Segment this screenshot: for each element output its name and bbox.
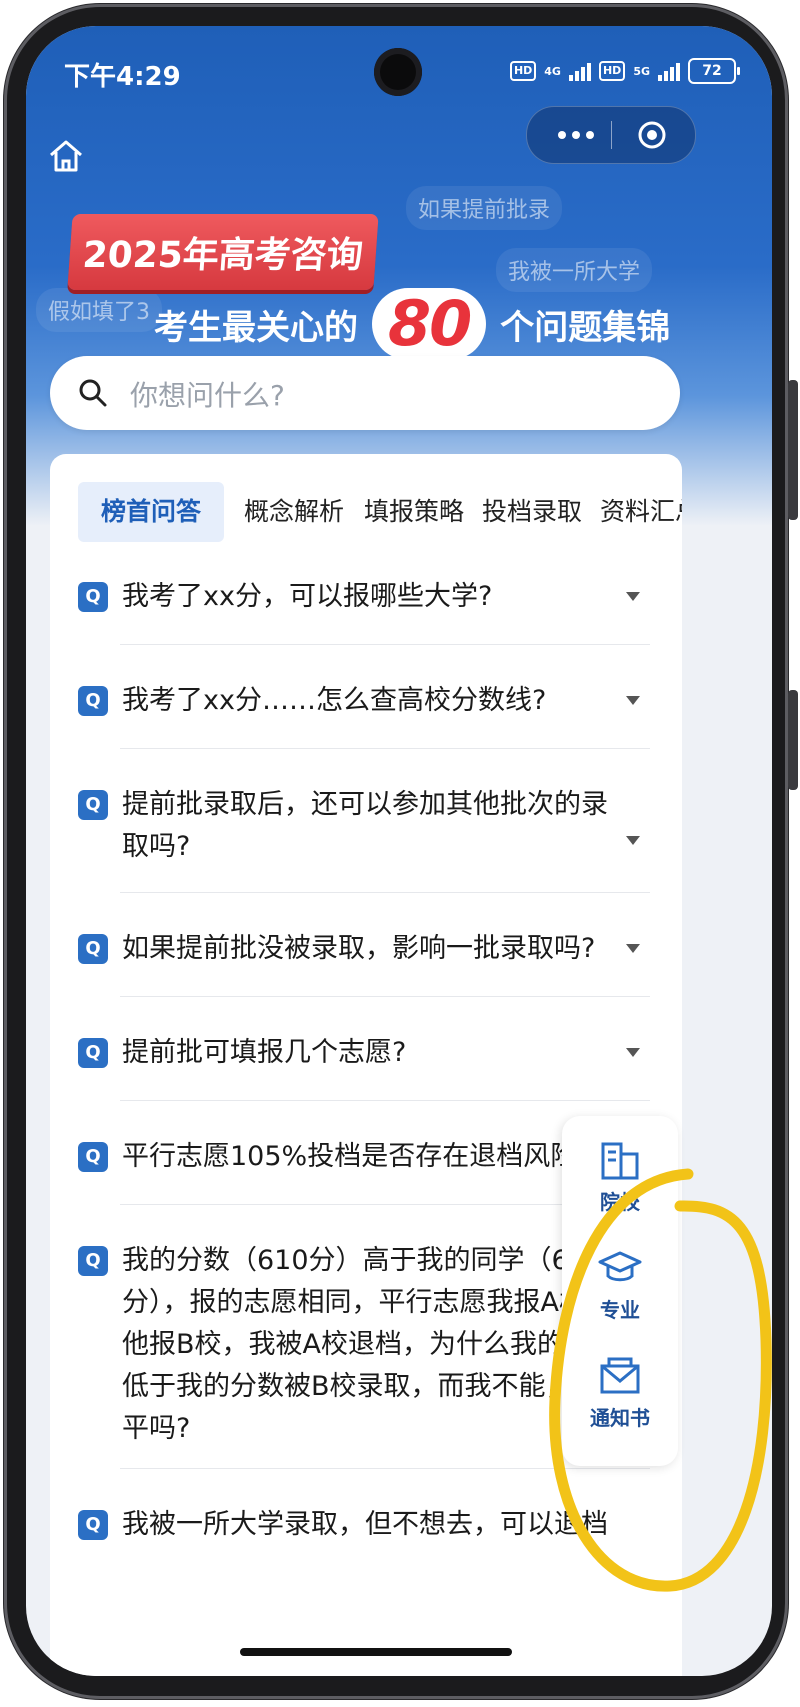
chevron-down-icon[interactable] <box>626 592 640 601</box>
question-item[interactable]: Q 我被一所大学录取，但不想去，可以退档 <box>78 1504 650 1552</box>
q-badge: Q <box>78 686 108 716</box>
banner-headline: 考生最关心的 80 个问题集锦 <box>154 284 670 364</box>
divider <box>120 892 650 893</box>
battery-icon: 72 <box>688 58 740 84</box>
banner-tag: 2025年高考咨询 <box>67 214 379 290</box>
q-badge: Q <box>78 1038 108 1068</box>
status-bar: 下午4:29 HD 4G HD 5G 72 <box>26 26 772 116</box>
quick-menu-majors[interactable]: 专业 <box>562 1246 678 1346</box>
network-type-2: 5G <box>633 64 650 78</box>
quick-menu-label: 院校 <box>600 1190 640 1214</box>
category-tabs: 榜首问答 概念解析 填报策略 投档录取 资料汇总 <box>50 482 682 542</box>
headline-prefix: 考生最关心的 <box>154 307 358 348</box>
signal-icon <box>568 61 591 81</box>
question-text: 提前批可填报几个志愿? <box>122 1037 407 1068</box>
status-time: 下午4:29 <box>64 62 181 92</box>
divider <box>120 644 650 645</box>
search-placeholder: 你想问什么? <box>130 379 285 412</box>
divider <box>120 748 650 749</box>
building-icon <box>601 1142 639 1180</box>
graduation-cap-icon <box>598 1251 642 1282</box>
chevron-down-icon[interactable] <box>626 836 640 845</box>
question-item[interactable]: Q 提前批可填报几个志愿? <box>78 1032 650 1080</box>
divider <box>120 1468 650 1469</box>
search-bar[interactable]: 你想问什么? <box>50 356 680 430</box>
chevron-down-icon[interactable] <box>626 944 640 953</box>
question-text: 我考了xx分……怎么查高校分数线? <box>122 685 547 716</box>
q-badge: Q <box>78 790 108 820</box>
quick-menu-label: 专业 <box>600 1298 640 1322</box>
tab-top-qa[interactable]: 榜首问答 <box>78 482 224 542</box>
question-item[interactable]: Q 提前批录取后，还可以参加其他批次的录取吗? <box>78 784 650 874</box>
quick-menu-schools[interactable]: 院校 <box>562 1138 678 1238</box>
tab-resources[interactable]: 资料汇总 <box>600 482 682 542</box>
question-text: 我的分数（610分）高于我的同学（607分），报的志愿相同，平行志愿我报A校，他… <box>122 1245 618 1444</box>
chevron-down-icon[interactable] <box>626 696 640 705</box>
q-badge: Q <box>78 1142 108 1172</box>
more-dots-icon <box>558 131 566 139</box>
q-badge: Q <box>78 582 108 612</box>
network-type: 4G <box>544 64 561 78</box>
home-icon <box>50 140 82 172</box>
home-indicator <box>240 1648 512 1656</box>
question-text: 如果提前批没被录取，影响一批录取吗? <box>122 933 596 964</box>
tab-strategy[interactable]: 填报策略 <box>364 482 464 542</box>
search-icon <box>79 379 107 407</box>
quick-menu-label: 通知书 <box>590 1406 650 1430</box>
more-button[interactable] <box>547 107 605 163</box>
capsule-divider <box>611 121 612 149</box>
q-badge: Q <box>78 1246 108 1276</box>
volume-button <box>788 690 798 790</box>
danmu-bubble: 假如填了3 <box>36 288 162 332</box>
danmu-bubble: 如果提前批录 <box>406 186 563 230</box>
chevron-down-icon[interactable] <box>626 1048 640 1057</box>
tab-admission[interactable]: 投档录取 <box>482 482 582 542</box>
quick-menu: 院校 专业 通知书 <box>562 1116 678 1466</box>
miniprogram-capsule <box>526 106 696 164</box>
home-button[interactable] <box>46 136 86 176</box>
headline-suffix: 个问题集锦 <box>500 307 671 348</box>
question-text: 提前批录取后，还可以参加其他批次的录取吗? <box>122 789 608 862</box>
headline-number: 80 <box>372 288 487 360</box>
question-text: 平行志愿105%投档是否存在退档风险? <box>122 1141 592 1172</box>
power-button <box>788 380 798 520</box>
target-icon[interactable] <box>637 120 667 150</box>
hd-badge: HD <box>509 61 537 81</box>
signal-icon-2 <box>658 61 680 81</box>
divider <box>120 996 650 997</box>
faq-card: 榜首问答 概念解析 填报策略 投档录取 资料汇总 Q 我考了xx分，可以报哪些大… <box>50 454 682 1676</box>
tab-concepts[interactable]: 概念解析 <box>244 482 344 542</box>
q-badge: Q <box>78 934 108 964</box>
screen: 下午4:29 HD 4G HD 5G 72 如果提前批录 我被一所大学 假如填了… <box>26 26 772 1676</box>
q-badge: Q <box>78 1510 108 1540</box>
question-item[interactable]: Q 我考了xx分，可以报哪些大学? <box>78 576 650 624</box>
question-item[interactable]: Q 如果提前批没被录取，影响一批录取吗? <box>78 928 650 976</box>
question-text: 我考了xx分，可以报哪些大学? <box>122 581 493 612</box>
question-item[interactable]: Q 我考了xx分……怎么查高校分数线? <box>78 680 650 728</box>
quick-menu-notice[interactable]: 通知书 <box>562 1354 678 1454</box>
divider <box>120 1100 650 1101</box>
hd-badge-2: HD <box>598 61 626 81</box>
front-camera <box>374 48 422 96</box>
envelope-icon <box>600 1357 640 1394</box>
status-icons: HD 4G HD 5G 72 <box>509 58 740 84</box>
question-text: 我被一所大学录取，但不想去，可以退档 <box>122 1509 608 1540</box>
